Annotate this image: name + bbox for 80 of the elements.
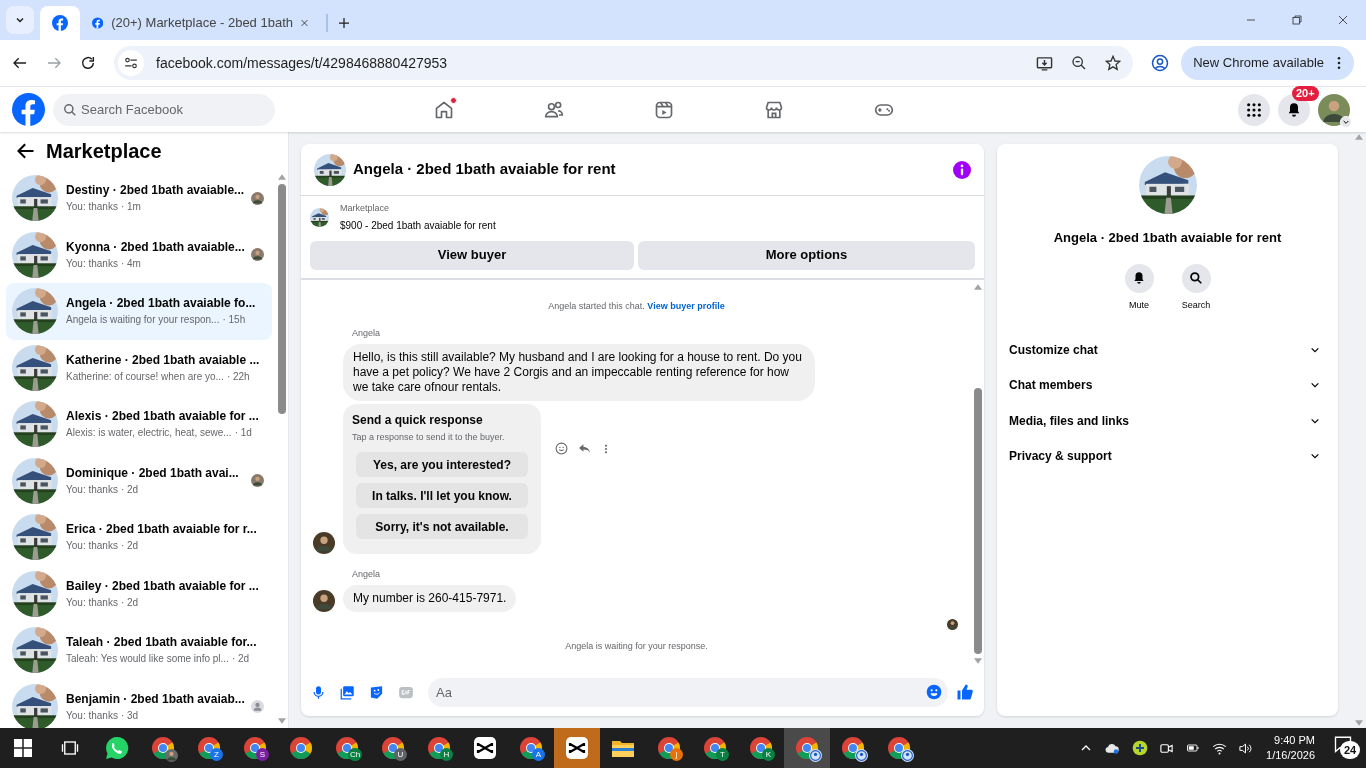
- message-bubble: Hello, is this still available? My husband and I are looking for a house to rent. Do you have a pet policy? We have 2 Corgis and an impeccable renting reference for how we take care ofnour rentals.: [343, 343, 815, 401]
- profile-badge: K: [762, 748, 775, 761]
- section-header[interactable]: Media, files and links: [1009, 403, 1326, 439]
- profile-badge: H: [440, 748, 453, 761]
- timestamp: · 1m: [120, 200, 141, 215]
- chat-title: Angela · 2bed 1bath avaiable for rent: [353, 159, 616, 180]
- action-label: Mute: [1129, 298, 1149, 312]
- timestamp: · 2d: [231, 652, 250, 667]
- profile-link[interactable]: View buyer profile: [647, 300, 725, 311]
- timestamp: · 22h: [226, 369, 250, 384]
- action-label: Search: [1181, 298, 1211, 312]
- message-preview: You: thanks: [66, 708, 118, 723]
- timestamp: · 15h: [222, 313, 246, 328]
- profile-badge: S: [256, 748, 269, 761]
- sender-name: Angela: [352, 568, 382, 581]
- timestamp: · 2d: [120, 539, 139, 554]
- listing-title: $900 - 2bed 1bath avaiable for rent: [340, 218, 496, 233]
- listing-label: Marketplace: [340, 202, 391, 215]
- date-text: 1/16/2026: [1266, 748, 1315, 763]
- message-preview: Alexis: is water, electric, heat, sewe...: [66, 426, 232, 441]
- conversation-title: Dominique · 2bed 1bath avai...: [66, 464, 239, 481]
- sender-name: Angela: [352, 327, 382, 340]
- profile-badge: j: [670, 748, 683, 761]
- profile-badge: Ch: [348, 748, 363, 761]
- timestamp: · 3d: [120, 708, 139, 723]
- message-preview: You: thanks: [66, 539, 118, 554]
- timestamp: · 2d: [120, 482, 139, 497]
- message-preview: You: thanks: [66, 482, 118, 497]
- card-subtitle: Tap a response to send it to the buyer.: [352, 430, 506, 444]
- notification-count: 24: [1340, 741, 1360, 759]
- timestamp: · 1d: [234, 426, 252, 441]
- section-title: Media, files and links: [1009, 412, 1130, 430]
- message-input[interactable]: Aa: [428, 677, 948, 707]
- conversation-title: Benjamin · 2bed 1bath avaiab...: [66, 690, 245, 707]
- quick-reply-button[interactable]: In talks. I'll let you know.: [356, 483, 528, 508]
- tab-title: (20+) Marketplace - 2bed 1bath: [111, 14, 293, 33]
- timestamp: · 2d: [120, 595, 139, 610]
- details-title: Angela · 2bed 1bath avaiable for rent: [1053, 229, 1282, 247]
- timestamp: · 4m: [120, 256, 141, 271]
- action-button[interactable]: More options: [638, 240, 975, 270]
- conversation-title: Alexis · 2bed 1bath avaiable for ...: [66, 408, 259, 425]
- conversation-title: Katherine · 2bed 1bath avaiable ...: [66, 351, 260, 368]
- message-preview: Taleah: Yes would like some info pl...: [66, 652, 229, 667]
- message-preview: You: thanks: [66, 595, 118, 610]
- section-header[interactable]: Privacy & support: [1009, 438, 1326, 474]
- action-button[interactable]: View buyer: [310, 240, 634, 270]
- card-title: Send a quick response: [352, 411, 484, 429]
- profile-badge: T: [716, 748, 729, 761]
- page-title: Marketplace: [46, 139, 162, 164]
- status-message: Angela is waiting for your response.: [564, 639, 709, 653]
- browser-tab[interactable]: (20+) Marketplace - 2bed 1bath: [80, 6, 320, 40]
- section-header[interactable]: Chat members: [1009, 367, 1326, 403]
- message-preview: You: thanks: [66, 200, 118, 215]
- profile-badge: U: [394, 748, 407, 761]
- time-text: 9:40 PM: [1274, 733, 1315, 748]
- message-preview: You: thanks: [66, 256, 118, 271]
- conversation-item[interactable]: Angela · 2bed 1bath avaiable fo... Angela is waiting for your respon... · 15h: [6, 283, 272, 340]
- conversation-title: Angela · 2bed 1bath avaiable fo...: [66, 295, 256, 312]
- update-button[interactable]: New Chrome available: [1181, 46, 1354, 80]
- conversation-title: Taleah · 2bed 1bath avaiable for...: [66, 634, 257, 651]
- system-message: Angela started this chat. View buyer profile: [547, 299, 726, 313]
- conversation-title: Kyonna · 2bed 1bath avaiable...: [66, 238, 245, 255]
- conversation-title: Bailey · 2bed 1bath avaiable for ...: [66, 577, 259, 594]
- url-text: facebook.com/messages/t/4298468880427953: [156, 53, 448, 73]
- address-bar[interactable]: facebook.com/messages/t/4298468880427953: [114, 46, 1134, 80]
- conversation-title: Destiny · 2bed 1bath avaiable...: [66, 182, 245, 199]
- message-preview: Katherine: of course! when are yo...: [66, 369, 224, 384]
- conversation-title: Erica · 2bed 1bath avaiable for r...: [66, 521, 257, 538]
- quick-reply-button[interactable]: Sorry, it's not available.: [356, 514, 528, 539]
- quick-reply-button[interactable]: Yes, are you interested?: [356, 452, 528, 477]
- profile-badge: A: [532, 748, 545, 761]
- message-bubble: My number is 260-415-7971.: [343, 584, 517, 612]
- message-preview: Angela is waiting for your respon...: [66, 313, 220, 328]
- section-title: Chat members: [1009, 377, 1093, 395]
- section-title: Customize chat: [1009, 341, 1098, 359]
- clock[interactable]: 9:40 PM 1/16/2026: [1266, 733, 1315, 763]
- search-field[interactable]: Search Facebook: [53, 93, 275, 126]
- section-title: Privacy & support: [1009, 448, 1112, 466]
- profile-badge: Z: [210, 748, 223, 761]
- section-header[interactable]: Customize chat: [1009, 332, 1326, 368]
